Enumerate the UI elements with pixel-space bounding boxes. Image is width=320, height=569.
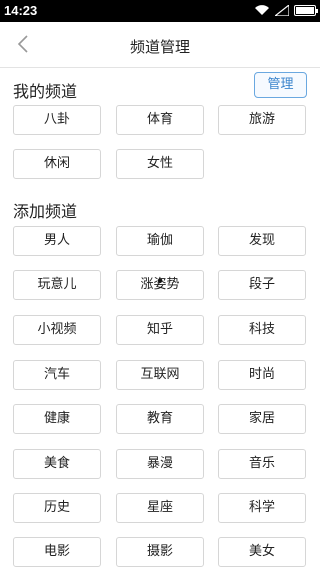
my-channel-tag[interactable]: 体育 <box>116 105 204 135</box>
add-channel-tag[interactable]: 男人 <box>13 226 101 256</box>
nav-bar: 频道管理 <box>0 22 320 68</box>
status-time: 14:23 <box>4 3 38 18</box>
add-channel-tag[interactable]: 玩意儿 <box>13 270 101 300</box>
add-channel-tag[interactable]: 星座 <box>116 493 204 523</box>
add-channel-tag[interactable]: 摄影 <box>116 537 204 567</box>
status-icons <box>254 4 318 16</box>
my-channels-title: 我的频道 <box>13 82 78 101</box>
my-channel-tag[interactable]: 休闲 <box>13 149 101 179</box>
my-channel-tag[interactable]: 旅游 <box>218 105 306 135</box>
add-channel-tag[interactable]: 暴漫 <box>116 449 204 479</box>
add-channel-tag[interactable]: 历史 <box>13 493 101 523</box>
signal-icon <box>275 4 289 16</box>
add-channel-tag[interactable]: 瑜伽 <box>116 226 204 256</box>
add-channel-tag[interactable]: 美女 <box>218 537 306 567</box>
add-channel-tag[interactable]: 教育 <box>116 404 204 434</box>
page-title: 频道管理 <box>129 38 190 56</box>
add-channel-tag[interactable]: 电影 <box>13 537 101 567</box>
add-channel-tag[interactable]: 汽车 <box>13 360 101 390</box>
my-channel-tag[interactable]: 女性 <box>116 149 204 179</box>
add-channel-tag[interactable]: 时尚 <box>218 360 306 390</box>
add-channel-tag[interactable]: 段子 <box>218 270 306 300</box>
status-bar: 14:23 <box>0 0 320 22</box>
wifi-icon <box>255 5 269 15</box>
add-channel-tag[interactable]: 知乎 <box>116 315 204 345</box>
add-channel-tag[interactable]: 互联网 <box>116 360 204 390</box>
add-channel-tag[interactable]: 科学 <box>218 493 306 523</box>
add-channel-tag[interactable]: 小视频 <box>13 315 101 345</box>
add-channel-tag[interactable]: 音乐 <box>218 449 306 479</box>
manage-button[interactable]: 管理 <box>254 72 307 98</box>
add-channel-tag[interactable]: 家居 <box>218 404 306 434</box>
my-channel-tag[interactable]: 八卦 <box>13 105 101 135</box>
add-channel-tag[interactable]: 发现 <box>218 226 306 256</box>
add-channel-tag[interactable]: 科技 <box>218 315 306 345</box>
touch-cursor <box>158 279 162 283</box>
add-channel-tag[interactable]: 涨姿势 <box>116 270 204 300</box>
add-channel-tag[interactable]: 健康 <box>13 404 101 434</box>
battery-fill <box>296 6 314 14</box>
add-channel-tag[interactable]: 美食 <box>13 449 101 479</box>
battery-icon <box>294 4 318 16</box>
add-channels-title: 添加频道 <box>13 202 78 221</box>
